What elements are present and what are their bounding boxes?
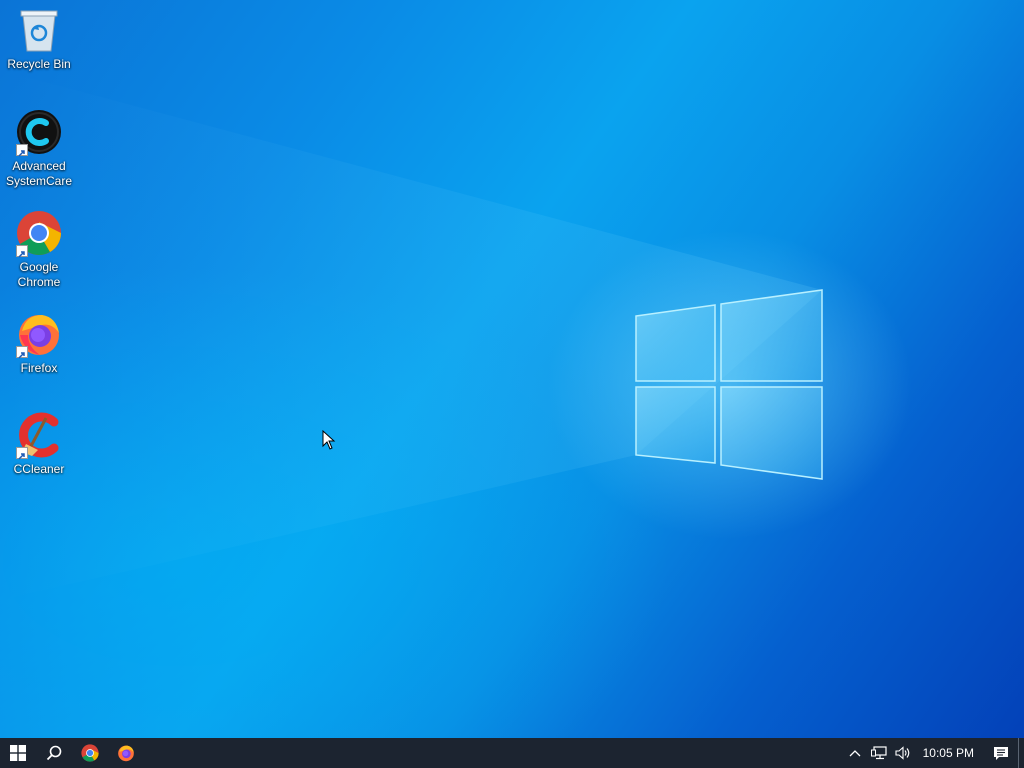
shortcut-arrow-icon <box>16 144 28 157</box>
volume-icon <box>895 746 909 760</box>
action-center-button[interactable] <box>984 738 1018 768</box>
network-button[interactable] <box>867 738 891 768</box>
action-center-icon <box>994 746 1008 760</box>
firefox-icon <box>15 310 63 359</box>
desktop-icon-label: Recycle Bin <box>7 57 71 71</box>
shortcut-arrow-icon <box>16 447 28 460</box>
chevron-up-icon <box>849 750 861 757</box>
desktop-icon-advanced-systemcare[interactable]: Advanced SystemCare <box>2 108 76 189</box>
chrome-icon <box>15 209 63 258</box>
wallpaper-windows-logo <box>0 70 823 600</box>
desktop-icon-recycle-bin[interactable]: Recycle Bin <box>2 6 76 72</box>
taskbar-pinned-chrome[interactable] <box>72 738 108 768</box>
shortcut-arrow-icon <box>16 346 28 359</box>
taskbar-clock[interactable]: 10:05 PM <box>915 746 984 760</box>
desktop[interactable]: Recycle Bin Advanced SystemCare Google C… <box>0 0 1024 738</box>
desktop-icon-ccleaner[interactable]: CCleaner <box>2 411 76 477</box>
desktop-icon-label: Firefox <box>20 361 58 375</box>
chrome-icon <box>81 744 99 762</box>
desktop-icon-firefox[interactable]: Firefox <box>2 310 76 376</box>
mouse-cursor-icon <box>322 430 336 450</box>
show-hidden-icons-button[interactable] <box>843 738 867 768</box>
shortcut-arrow-icon <box>16 245 28 258</box>
start-button[interactable] <box>0 738 36 768</box>
advanced-systemcare-icon <box>15 108 63 157</box>
recycle-bin-icon <box>15 6 63 54</box>
volume-button[interactable] <box>891 738 915 768</box>
firefox-icon <box>118 745 134 762</box>
search-icon <box>46 745 62 761</box>
windows-start-icon <box>10 745 26 761</box>
system-tray: 10:05 PM <box>843 738 1024 768</box>
taskbar-pinned-firefox[interactable] <box>108 738 144 768</box>
desktop-icon-label: Advanced SystemCare <box>5 159 73 188</box>
taskbar: 10:05 PM <box>0 738 1024 768</box>
search-button[interactable] <box>36 738 72 768</box>
desktop-icon-label: CCleaner <box>13 462 65 476</box>
ccleaner-icon <box>15 411 63 460</box>
desktop-icon-label: Google Chrome <box>17 260 61 289</box>
show-desktop-button[interactable] <box>1018 738 1024 768</box>
network-icon <box>870 746 887 760</box>
desktop-icon-google-chrome[interactable]: Google Chrome <box>2 209 76 290</box>
